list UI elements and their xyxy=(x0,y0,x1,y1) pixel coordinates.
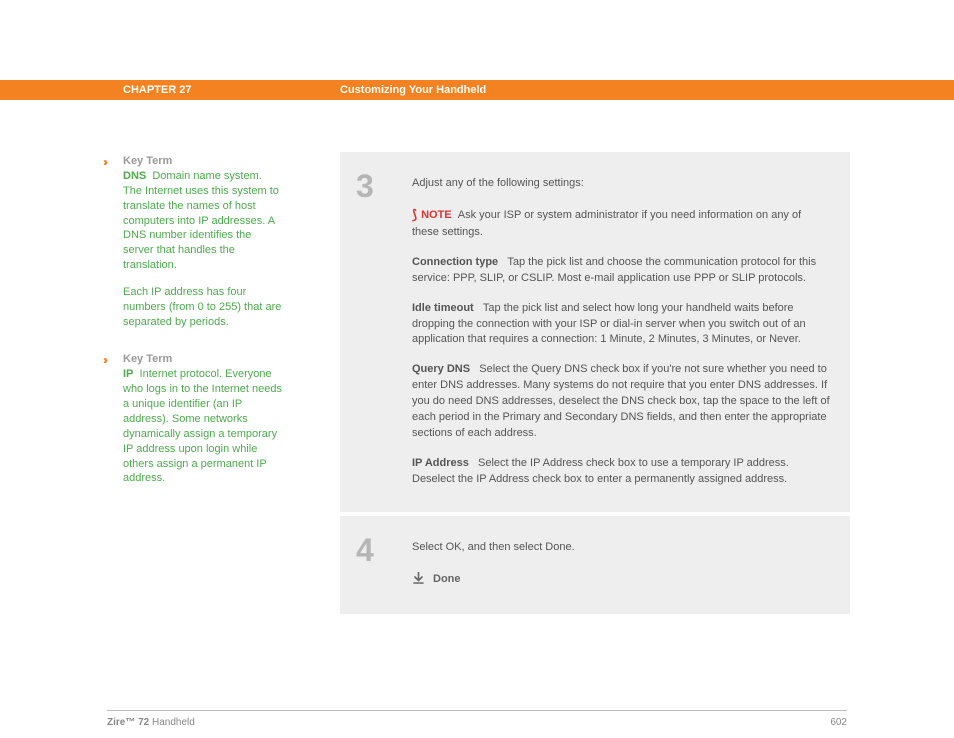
step-3: 3 Adjust any of the following settings: … xyxy=(340,152,850,516)
step-4: 4 Select OK, and then select Done. Done xyxy=(340,516,850,614)
step-number: 3 xyxy=(340,152,404,512)
page-footer: Zire™ 72 Handheld 602 xyxy=(107,710,847,728)
setting-text: Select the IP Address check box to use a… xyxy=(412,457,789,485)
setting-name: IP Address xyxy=(412,457,469,469)
sidebar: ›› Key Term DNS Domain name system. The … xyxy=(123,155,283,510)
setting-connection-type: Connection type Tap the pick list and ch… xyxy=(412,255,830,287)
main-content: 3 Adjust any of the following settings: … xyxy=(340,152,850,614)
chapter-header: CHAPTER 27 Customizing Your Handheld xyxy=(0,80,954,100)
setting-text: Select the Query DNS check box if you're… xyxy=(412,363,830,439)
key-term-term: DNS xyxy=(123,170,146,182)
page-number: 602 xyxy=(830,717,847,728)
chapter-title: Customizing Your Handheld xyxy=(340,84,486,96)
note-label: NOTE xyxy=(421,209,452,221)
key-term-definition: Internet protocol. Everyone who logs in … xyxy=(123,368,282,484)
key-term-heading: Key Term xyxy=(123,155,283,167)
step-body: Adjust any of the following settings: ⟆ N… xyxy=(404,152,850,512)
footer-brand: Zire™ 72 Handheld xyxy=(107,717,195,728)
setting-name: Query DNS xyxy=(412,363,470,375)
step-number: 4 xyxy=(340,516,404,614)
footer-brand-rest: Handheld xyxy=(149,717,195,728)
done-icon xyxy=(412,570,425,590)
setting-name: Idle timeout xyxy=(412,302,474,314)
key-term-definition: Domain name system. The Internet uses th… xyxy=(123,170,279,271)
step-intro: Adjust any of the following settings: xyxy=(412,176,830,192)
key-term-extra: Each IP address has four numbers (from 0… xyxy=(123,285,283,330)
step-body: Select OK, and then select Done. Done xyxy=(404,516,850,614)
setting-idle-timeout: Idle timeout Tap the pick list and selec… xyxy=(412,301,830,349)
key-term-icon: ›› xyxy=(103,353,105,367)
key-term-block: ›› Key Term DNS Domain name system. The … xyxy=(123,155,283,329)
note-icon: ⟆ xyxy=(412,206,417,225)
done-row: Done xyxy=(412,570,830,590)
setting-query-dns: Query DNS Select the Query DNS check box… xyxy=(412,362,830,442)
note-body: Ask your ISP or system administrator if … xyxy=(412,209,801,238)
down-arrow-icon xyxy=(412,572,425,585)
key-term-icon: ›› xyxy=(103,155,105,169)
setting-name: Connection type xyxy=(412,256,498,268)
chapter-number: CHAPTER 27 xyxy=(123,84,191,96)
done-label: Done xyxy=(433,572,461,588)
key-term-body: DNS Domain name system. The Internet use… xyxy=(123,169,283,329)
key-term-heading: Key Term xyxy=(123,353,283,365)
setting-ip-address: IP Address Select the IP Address check b… xyxy=(412,456,830,488)
key-term-body: IP Internet protocol. Everyone who logs … xyxy=(123,367,283,486)
key-term-term: IP xyxy=(123,368,133,380)
key-term-block: ›› Key Term IP Internet protocol. Everyo… xyxy=(123,353,283,486)
footer-brand-bold: Zire™ 72 xyxy=(107,717,149,728)
note: ⟆ NOTE Ask your ISP or system administrat… xyxy=(412,206,830,241)
step-intro: Select OK, and then select Done. xyxy=(412,540,830,556)
